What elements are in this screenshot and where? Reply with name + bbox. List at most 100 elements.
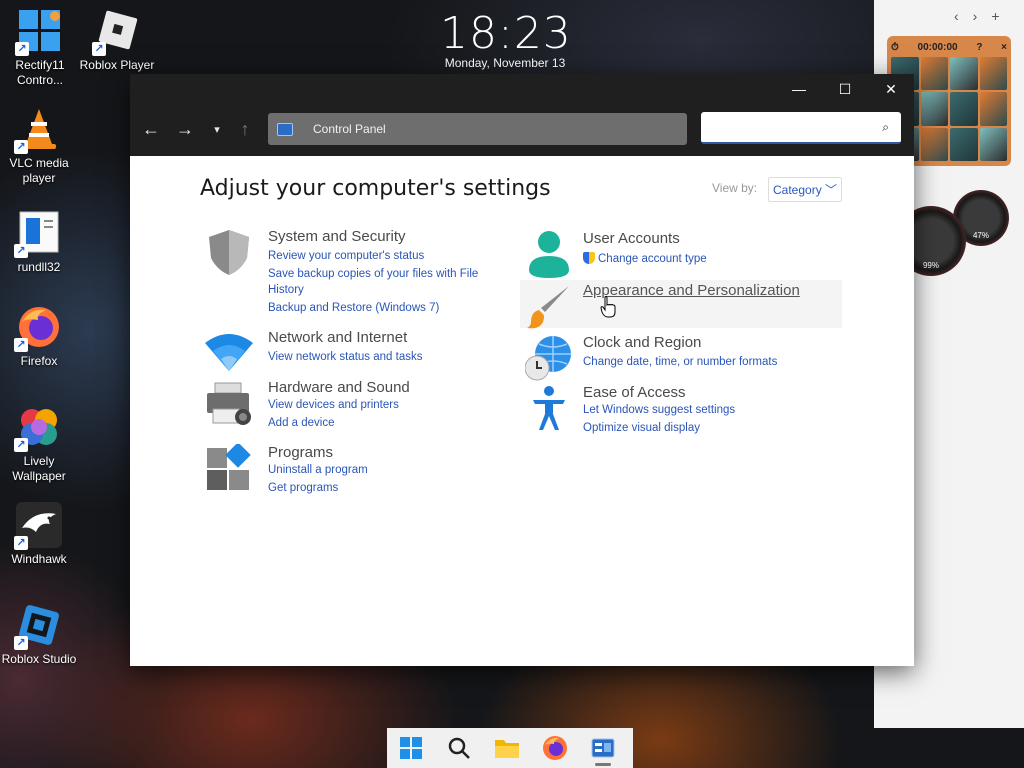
uac-shield-icon: [583, 252, 595, 264]
category-clock-region: Clock and Region Change date, time, or n…: [524, 334, 825, 382]
control-panel-icon: [277, 122, 293, 136]
maximize-button[interactable]: ☐: [822, 74, 868, 104]
category-link[interactable]: Uninstall a program: [268, 464, 368, 476]
puzzle-tile[interactable]: [979, 57, 1007, 91]
search-icon[interactable]: ⌕: [882, 120, 889, 135]
category-link[interactable]: Add a device: [268, 417, 335, 429]
category-title[interactable]: System and Security: [268, 228, 406, 245]
category-title[interactable]: Network and Internet: [268, 329, 407, 346]
windows-logo-icon: [400, 737, 422, 759]
wifi-icon: [205, 329, 253, 377]
category-link[interactable]: Backup and Restore (Windows 7): [268, 302, 439, 314]
puzzle-tile[interactable]: [920, 92, 948, 126]
category-user-accounts: User Accounts Change account type: [525, 230, 825, 278]
search-taskbar-button[interactable]: [435, 728, 483, 768]
puzzle-tile[interactable]: [950, 92, 978, 126]
control-panel-content: Adjust your computer's settings View by:…: [130, 156, 914, 666]
gauge-right-value: 47%: [972, 231, 989, 240]
view-by-value: Category: [773, 183, 822, 197]
file-explorer-button[interactable]: [483, 728, 531, 768]
shield-icon: [205, 228, 253, 276]
category-title[interactable]: Programs: [268, 444, 333, 461]
puzzle-widget-bar: ⏱ 00:00:00 ? ×: [891, 40, 1007, 54]
category-link[interactable]: History: [268, 284, 304, 296]
puzzle-tile[interactable]: [979, 127, 1007, 161]
shortcut-arrow-icon: ↗: [14, 636, 28, 650]
desktop-icon-roblox-studio[interactable]: ↗ Roblox Studio: [0, 602, 79, 667]
firefox-taskbar-button[interactable]: [531, 728, 579, 768]
minimize-button[interactable]: —: [776, 74, 822, 104]
category-programs: Programs Uninstall a program Get program…: [205, 442, 495, 494]
desktop-icon-windhawk[interactable]: ↗ Windhawk: [0, 502, 79, 567]
category-link[interactable]: Change account type: [583, 252, 707, 265]
globe-clock-icon: [524, 334, 573, 382]
category-link[interactable]: Let Windows suggest settings: [583, 404, 735, 416]
user-icon: [525, 230, 573, 278]
desktop-icon-label: Roblox Studio: [1, 652, 77, 666]
shortcut-arrow-icon: ↗: [14, 140, 28, 154]
desktop-icon-label: Windhawk: [11, 552, 67, 566]
puzzle-tile[interactable]: [950, 127, 978, 161]
desktop-icon-vlc[interactable]: ↗ VLC media player: [0, 106, 79, 186]
desktop-icon-rectify11[interactable]: ↗ Rectify11 Contro...: [0, 8, 80, 88]
category-title[interactable]: Clock and Region: [583, 334, 701, 351]
control-panel-window: — ☐ ✕ ← → ▾ ↑ Control Panel ⌕ Adjust you…: [130, 74, 914, 666]
category-link[interactable]: View network status and tasks: [268, 351, 422, 363]
puzzle-tile[interactable]: [920, 127, 948, 161]
desktop-icon-label: Lively Wallpaper: [12, 454, 66, 483]
category-link[interactable]: Optimize visual display: [583, 422, 700, 434]
desktop-icon-label: Firefox: [20, 354, 58, 368]
chevron-down-icon: ﹀: [825, 183, 838, 197]
close-icon[interactable]: ×: [1001, 42, 1007, 53]
shortcut-arrow-icon: ↗: [14, 536, 28, 550]
shortcut-arrow-icon: ↗: [92, 42, 106, 56]
shortcut-arrow-icon: ↗: [14, 438, 28, 452]
forward-button[interactable]: →: [172, 116, 198, 142]
view-by-dropdown[interactable]: Category ﹀: [768, 177, 843, 202]
desktop-icon-lively[interactable]: ↗ Lively Wallpaper: [0, 404, 79, 484]
back-button[interactable]: ←: [138, 116, 164, 142]
chevron-right-icon[interactable]: ›: [973, 8, 978, 24]
paintbrush-icon: [525, 282, 573, 330]
category-link[interactable]: Get programs: [268, 482, 338, 494]
control-panel-taskbar-button[interactable]: [579, 728, 627, 768]
desktop-icon-roblox-player[interactable]: ↗ Roblox Player: [77, 8, 157, 73]
address-text: Control Panel: [313, 122, 386, 136]
clock-date: Monday, November 13: [444, 56, 566, 70]
close-button[interactable]: ✕: [868, 74, 914, 104]
firefox-icon: ↗: [14, 304, 62, 352]
desktop-icon-label: Roblox Player: [79, 58, 155, 72]
category-link[interactable]: Change date, time, or number formats: [583, 356, 777, 368]
control-panel-icon: ↗: [15, 8, 63, 56]
category-title[interactable]: Ease of Access: [583, 384, 686, 401]
category-system-security: System and Security Review your computer…: [205, 228, 495, 318]
category-link[interactable]: View devices and printers: [268, 399, 399, 411]
search-input[interactable]: ⌕: [701, 112, 901, 144]
help-icon[interactable]: ?: [976, 42, 982, 53]
desktop-icon-firefox[interactable]: ↗ Firefox: [0, 304, 79, 369]
category-link-text: Change account type: [598, 253, 707, 265]
plus-icon[interactable]: +: [991, 8, 999, 24]
puzzle-tile[interactable]: [920, 57, 948, 91]
recent-locations-button[interactable]: ▾: [204, 116, 230, 142]
vlc-icon: ↗: [14, 106, 62, 154]
category-title[interactable]: Hardware and Sound: [268, 379, 410, 396]
address-bar[interactable]: Control Panel: [268, 113, 687, 145]
firefox-icon: [543, 736, 567, 760]
lively-icon: ↗: [14, 404, 62, 452]
eagle-icon: ↗: [14, 502, 62, 550]
desktop-icon-rundll32[interactable]: ↗ rundll32: [0, 210, 79, 275]
start-button[interactable]: [387, 728, 435, 768]
category-link[interactable]: Review your computer's status: [268, 250, 424, 262]
chevron-left-icon[interactable]: ‹: [954, 8, 959, 24]
desktop-icon-label: rundll32: [17, 260, 61, 274]
category-appearance: Appearance and Personalization: [525, 282, 845, 329]
up-button[interactable]: ↑: [232, 116, 258, 142]
category-title[interactable]: User Accounts: [583, 230, 680, 247]
control-panel-icon: [591, 738, 615, 758]
puzzle-tile[interactable]: [950, 57, 978, 91]
category-link[interactable]: Save backup copies of your files with Fi…: [268, 268, 478, 280]
puzzle-tile[interactable]: [979, 92, 1007, 126]
title-bar[interactable]: — ☐ ✕: [130, 74, 914, 104]
document-icon: ↗: [14, 210, 62, 258]
